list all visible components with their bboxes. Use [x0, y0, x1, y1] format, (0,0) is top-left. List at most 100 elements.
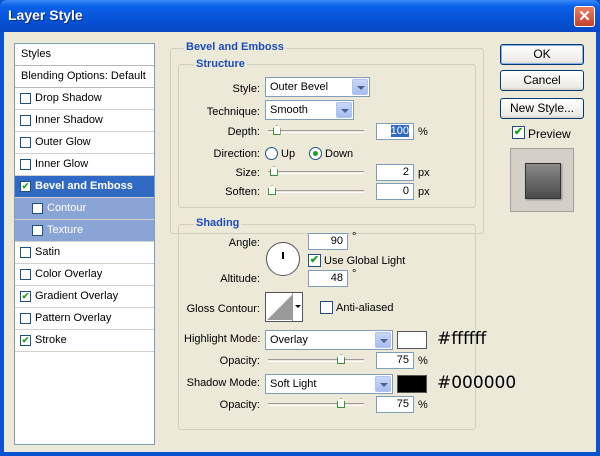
style-item-contour[interactable]: Contour — [15, 198, 154, 220]
direction-label: Direction: — [213, 148, 260, 160]
shadow-mode-value: Soft Light — [270, 378, 317, 390]
style-item-bevel-and-emboss[interactable]: ✔ Bevel and Emboss — [15, 176, 154, 198]
size-label: Size: — [235, 167, 260, 179]
style-item-label: Inner Glow — [35, 158, 89, 170]
ok-button[interactable]: OK — [500, 44, 584, 65]
technique-select[interactable]: Smooth — [265, 100, 354, 120]
style-item-checkbox[interactable] — [20, 93, 31, 104]
style-label: Style: — [232, 83, 260, 95]
soften-unit: px — [418, 186, 430, 198]
close-icon: ✕ — [578, 8, 591, 25]
soften-field[interactable]: 0 — [376, 183, 414, 200]
depth-unit: % — [418, 126, 428, 138]
depth-slider[interactable] — [268, 130, 364, 133]
shadow-opacity-label: Opacity: — [219, 399, 260, 411]
chevron-down-icon[interactable] — [375, 376, 391, 392]
angle-dial[interactable] — [266, 242, 300, 276]
altitude-value: 48 — [330, 272, 343, 284]
angle-field[interactable]: 90 — [308, 233, 348, 250]
style-item-drop-shadow[interactable]: Drop Shadow — [15, 88, 154, 110]
style-item-label: Pattern Overlay — [35, 312, 112, 324]
close-button[interactable]: ✕ — [574, 6, 595, 27]
shadow-opacity-value: 75 — [396, 398, 409, 410]
preview-label: Preview — [528, 127, 571, 141]
style-item-checkbox[interactable]: ✔ — [20, 335, 31, 346]
style-item-outer-glow[interactable]: Outer Glow — [15, 132, 154, 154]
preview-checkbox[interactable]: ✔ — [512, 126, 525, 139]
style-item-label: Satin — [35, 246, 61, 258]
layer-style-window: Layer Style ✕ Styles Blending Options: D… — [0, 0, 600, 456]
style-select[interactable]: Outer Bevel — [265, 77, 370, 97]
styles-header[interactable]: Styles — [15, 44, 154, 66]
angle-unit: ° — [352, 231, 357, 243]
shadow-opacity-slider[interactable] — [268, 403, 364, 406]
angle-label: Angle: — [228, 237, 260, 249]
size-value: 2 — [402, 166, 409, 178]
style-item-label: Bevel and Emboss — [35, 180, 133, 192]
style-item-checkbox[interactable] — [20, 269, 31, 280]
highlight-color-swatch[interactable] — [397, 331, 427, 349]
style-item-color-overlay[interactable]: Color Overlay — [15, 264, 154, 286]
highlight-mode-value: Overlay — [270, 334, 308, 346]
highlight-color-note: #ffffff — [437, 329, 487, 349]
style-item-inner-glow[interactable]: Inner Glow — [15, 154, 154, 176]
style-item-label: Contour — [47, 202, 87, 214]
direction-up-radio[interactable] — [265, 147, 278, 160]
soften-value: 0 — [402, 185, 409, 197]
style-item-gradient-overlay[interactable]: ✔ Gradient Overlay — [15, 286, 154, 308]
highlight-opacity-field[interactable]: 75 — [376, 352, 414, 369]
angle-center — [282, 257, 284, 259]
chevron-down-icon[interactable] — [336, 102, 352, 118]
style-item-checkbox[interactable] — [20, 313, 31, 324]
anti-aliased-checkbox[interactable] — [320, 301, 333, 314]
styles-list: Styles Blending Options: Default Drop Sh… — [14, 43, 155, 445]
style-item-label: Color Overlay — [35, 268, 103, 280]
highlight-mode-select[interactable]: Overlay — [265, 330, 393, 350]
style-item-pattern-overlay[interactable]: Pattern Overlay — [15, 308, 154, 330]
depth-field[interactable]: 100 — [376, 123, 414, 140]
title-bar[interactable]: Layer Style ✕ — [0, 0, 600, 32]
style-item-satin[interactable]: Satin — [15, 242, 154, 264]
highlight-opacity-slider[interactable] — [268, 359, 364, 362]
anti-aliased-label: Anti-aliased — [336, 302, 394, 314]
altitude-label: Altitude: — [220, 273, 260, 285]
shadow-color-swatch[interactable] — [397, 375, 427, 393]
highlight-opacity-label: Opacity: — [219, 355, 260, 367]
chevron-down-icon[interactable] — [292, 293, 302, 321]
style-item-checkbox[interactable] — [20, 137, 31, 148]
use-global-light-checkbox[interactable]: ✔ — [308, 254, 321, 267]
direction-down-radio[interactable] — [309, 147, 322, 160]
shadow-opacity-field[interactable]: 75 — [376, 396, 414, 413]
style-item-checkbox[interactable] — [32, 225, 43, 236]
size-slider[interactable] — [268, 171, 364, 174]
depth-value: 100 — [390, 125, 409, 137]
style-item-checkbox[interactable]: ✔ — [20, 291, 31, 302]
size-field[interactable]: 2 — [376, 164, 414, 181]
highlight-opacity-unit: % — [418, 355, 428, 367]
use-global-light-label: Use Global Light — [324, 255, 406, 267]
depth-label: Depth: — [227, 126, 260, 138]
gloss-contour-picker[interactable] — [265, 292, 303, 322]
new-style-button[interactable]: New Style... — [500, 98, 584, 119]
soften-slider[interactable] — [268, 190, 364, 193]
blending-options-item[interactable]: Blending Options: Default — [15, 66, 154, 88]
shadow-opacity-unit: % — [418, 399, 428, 411]
size-unit: px — [418, 167, 430, 179]
highlight-opacity-value: 75 — [396, 354, 409, 366]
style-item-inner-shadow[interactable]: Inner Shadow — [15, 110, 154, 132]
chevron-down-icon[interactable] — [375, 332, 391, 348]
style-item-stroke[interactable]: ✔ Stroke — [15, 330, 154, 352]
altitude-field[interactable]: 48 — [308, 270, 348, 287]
shadow-mode-select[interactable]: Soft Light — [265, 374, 393, 394]
cancel-button[interactable]: Cancel — [500, 70, 584, 91]
bevel-emboss-title: Bevel and Emboss — [184, 41, 286, 53]
style-item-checkbox[interactable] — [32, 203, 43, 214]
chevron-down-icon[interactable] — [352, 79, 368, 95]
style-item-label: Gradient Overlay — [35, 290, 119, 302]
style-item-checkbox[interactable]: ✔ — [20, 181, 31, 192]
style-item-checkbox[interactable] — [20, 247, 31, 258]
style-item-checkbox[interactable] — [20, 115, 31, 126]
direction-up-label: Up — [281, 148, 296, 160]
style-item-texture[interactable]: Texture — [15, 220, 154, 242]
style-item-checkbox[interactable] — [20, 159, 31, 170]
